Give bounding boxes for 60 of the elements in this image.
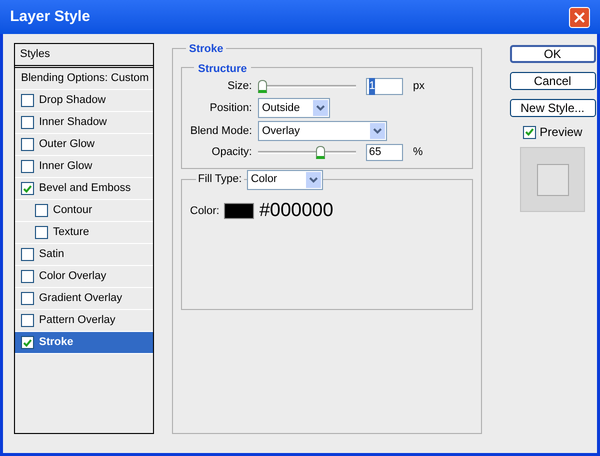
checkbox[interactable] bbox=[35, 204, 48, 217]
checkmark-icon bbox=[524, 128, 534, 136]
slider[interactable] bbox=[258, 80, 356, 94]
unit-label: px bbox=[413, 79, 425, 94]
styles-header[interactable]: Styles bbox=[15, 44, 153, 68]
checkbox[interactable] bbox=[21, 182, 34, 195]
checkbox[interactable] bbox=[21, 160, 34, 173]
style-item[interactable]: Outer Glow bbox=[15, 134, 153, 156]
field-label: Size: bbox=[226, 79, 252, 94]
color-value: #000000 bbox=[259, 198, 334, 222]
checkbox[interactable] bbox=[21, 314, 34, 327]
checkbox[interactable] bbox=[21, 292, 34, 305]
color-swatch[interactable] bbox=[224, 202, 254, 219]
window-title: Layer Style bbox=[10, 6, 90, 27]
close-icon bbox=[574, 12, 585, 22]
style-item[interactable]: Color Overlay bbox=[15, 266, 153, 288]
preview-square bbox=[536, 164, 568, 196]
style-item[interactable]: Blending Options: Custom bbox=[15, 68, 153, 90]
checkbox[interactable] bbox=[21, 270, 34, 283]
slider-thumb[interactable] bbox=[316, 146, 325, 158]
checkbox[interactable] bbox=[21, 248, 34, 261]
style-item[interactable]: Inner Glow bbox=[15, 156, 153, 178]
checkbox[interactable] bbox=[21, 138, 34, 151]
checkbox[interactable] bbox=[21, 336, 34, 349]
dropdown[interactable]: Outside bbox=[258, 98, 330, 118]
style-item[interactable]: Gradient Overlay bbox=[15, 288, 153, 310]
input-field[interactable]: 1 bbox=[366, 78, 403, 95]
checkbox-label[interactable]: Preview bbox=[540, 123, 582, 141]
dropdown[interactable]: Color bbox=[246, 170, 323, 190]
checkmark-icon bbox=[23, 184, 32, 192]
unit-label: % bbox=[413, 145, 423, 160]
checkbox[interactable] bbox=[21, 116, 34, 129]
close-button[interactable] bbox=[569, 6, 590, 28]
dialog-button[interactable]: OK bbox=[510, 45, 596, 63]
style-item[interactable]: Contour bbox=[15, 200, 153, 222]
checkmark-icon bbox=[23, 338, 32, 346]
checkbox[interactable] bbox=[21, 94, 34, 107]
checkbox[interactable] bbox=[522, 126, 536, 138]
style-item[interactable]: Inner Shadow bbox=[15, 112, 153, 134]
field-label: Blend Mode: bbox=[189, 124, 252, 139]
dialog-button[interactable]: New Style... bbox=[510, 99, 596, 117]
group-title: Structure bbox=[194, 62, 251, 74]
input-field[interactable]: 65 bbox=[366, 144, 403, 161]
dialog-button[interactable]: Cancel bbox=[510, 72, 596, 90]
field-label: Position: bbox=[208, 100, 252, 116]
dropdown[interactable]: Overlay bbox=[258, 121, 387, 141]
style-item[interactable]: Bevel and Emboss bbox=[15, 178, 153, 200]
style-item[interactable]: Stroke bbox=[15, 332, 153, 354]
style-item[interactable]: Texture bbox=[15, 222, 153, 244]
style-item[interactable]: Satin bbox=[15, 244, 153, 266]
field-label: Opacity: bbox=[210, 145, 252, 160]
checkbox[interactable] bbox=[35, 226, 48, 239]
slider-thumb[interactable] bbox=[258, 80, 267, 92]
section-title: Stroke bbox=[186, 43, 226, 55]
slider[interactable] bbox=[258, 146, 356, 160]
chevron-down-icon bbox=[370, 123, 385, 139]
chevron-down-icon bbox=[313, 100, 328, 116]
chevron-down-icon bbox=[306, 172, 321, 188]
style-item[interactable]: Drop Shadow bbox=[15, 90, 153, 112]
field-label: Color: bbox=[190, 204, 220, 218]
